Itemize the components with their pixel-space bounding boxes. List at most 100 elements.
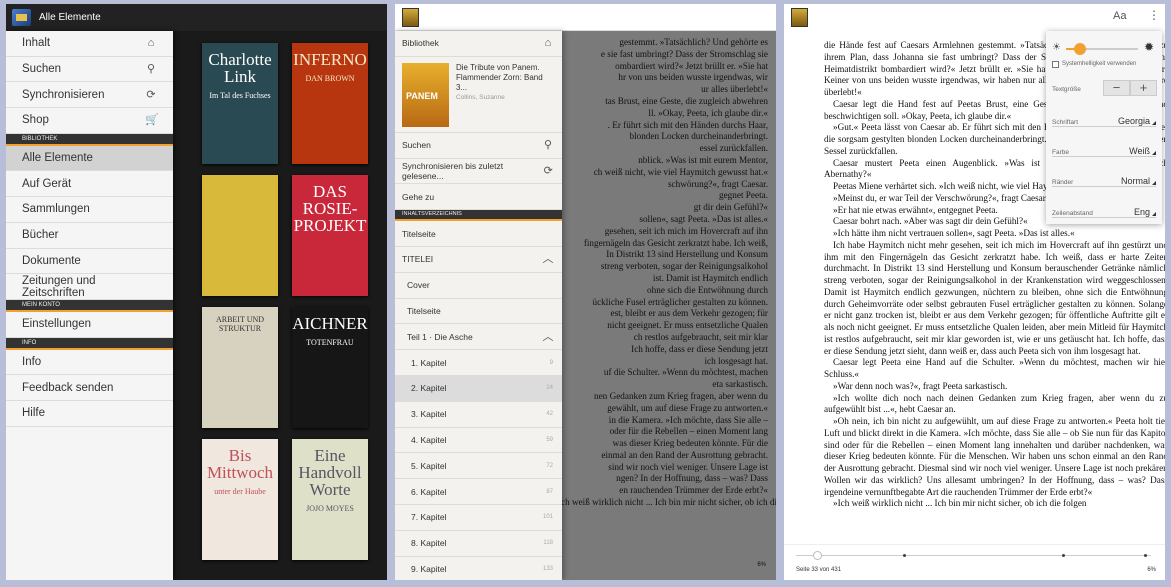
chevron-up-icon: ︿	[542, 253, 554, 266]
drawer-item[interactable]: Info	[6, 350, 173, 376]
toc-chapter[interactable]: 3. Kapitel 42	[395, 402, 562, 428]
brightness-knob[interactable]	[1074, 43, 1087, 55]
drawer-item-synchronisieren[interactable]: Synchronisieren ⟳	[6, 82, 173, 109]
margin-row[interactable]: Ränder Normal	[1052, 171, 1157, 187]
background-text-line: ohne sich die Entwöhnung durch	[647, 284, 768, 295]
background-text-line: ngen? In der Hoffnung, dass – was? Dass	[616, 473, 768, 484]
drawer-item-label: Info	[22, 355, 42, 368]
overflow-menu-icon[interactable]: ⋮	[1148, 9, 1160, 21]
progress-knob[interactable]	[813, 551, 823, 560]
toc-chapter[interactable]: 4. Kapitel 59	[395, 428, 562, 454]
color-row[interactable]: Farbe Weiß	[1052, 141, 1156, 157]
toc-drawer: Bibliothek ⌂ PANEM Die Tribute von Panem…	[395, 31, 562, 580]
book-cover[interactable]	[202, 175, 278, 296]
toc-cover[interactable]: Cover	[395, 273, 562, 299]
book-cover-title: AICHNER	[292, 314, 368, 333]
book-cover-thumbnail-icon[interactable]	[402, 7, 419, 27]
drawer-item-suchen[interactable]: Suchen ⚲	[6, 57, 173, 83]
toc-chapter[interactable]: 8. Kapitel 118	[395, 531, 562, 557]
toc-chapter[interactable]: 5. Kapitel 72	[395, 453, 562, 480]
brightness-high-icon: ✹	[1144, 40, 1155, 54]
drawer-item-shop[interactable]: Shop 🛒	[6, 108, 173, 134]
book-cover[interactable]: Charlotte Link Im Tal des Fuchses	[202, 43, 278, 164]
toc-goto[interactable]: Gehe zu	[395, 184, 562, 211]
drawer-item[interactable]: Einstellungen	[6, 312, 173, 338]
toc-cover-label: Cover	[407, 280, 430, 291]
background-text-line: tas Brust, eine Geste, die zugleich abwe…	[605, 95, 768, 106]
library-topbar: Alle Elemente	[6, 4, 387, 31]
drawer-item[interactable]: Sammlungen	[6, 197, 173, 223]
background-text-line: fingernägeln das Gesicht zerkratzt habe.…	[583, 237, 768, 248]
toc-chapter[interactable]: 1. Kapitel 9	[395, 350, 562, 376]
toc-chapter[interactable]: 7. Kapitel 101	[395, 505, 562, 531]
navigation-drawer: Inhalt ⌂ Suchen ⚲ Synchronisieren ⟳ Shop 🛒 BIBL…	[6, 31, 173, 580]
background-text-line: gesehen, seit ich mich im Hovercraft auf…	[604, 225, 768, 236]
margin-label: Ränder	[1052, 179, 1074, 186]
drawer-item[interactable]: Zeitungen und Zeitschriften	[6, 274, 173, 300]
book-cover[interactable]: INFERNO DAN BROWN	[292, 43, 368, 164]
display-settings-panel: ☀ ✹ Systemhelligkeit verwenden Textgröße…	[1046, 31, 1162, 224]
toc-search[interactable]: Suchen ⚲	[395, 133, 562, 159]
dimmed-page-text: gestemmt. »Tatsächlich? Und gehörte es e …	[561, 31, 776, 580]
textsize-decrease-button[interactable]: −	[1103, 80, 1130, 96]
book-cover[interactable]: Eine Handvoll Worte JOJO MOYES	[292, 439, 368, 560]
library-title: Alle Elemente	[39, 12, 101, 23]
book-cover[interactable]: ARBEIT UND STRUKTUR	[202, 307, 278, 428]
drawer-item[interactable]: Auf Gerät	[6, 171, 173, 198]
background-text-line: ückliche Fusel erträglicher gestalten zu…	[592, 296, 768, 307]
section-header-library: BIBLIOTHEK	[6, 133, 173, 146]
background-text-line: hr von uns beiden wusste irgendwas, wir	[618, 72, 768, 83]
toc-library-link[interactable]: Bibliothek ⌂	[395, 31, 562, 57]
background-text-line: sind wir noch viel weniger. Unsere Lage …	[608, 461, 768, 472]
book-cover-subtitle: Im Tal des Fuchses	[209, 91, 271, 100]
toc-titelei[interactable]: TITELEI ︿	[395, 247, 562, 273]
book-cover[interactable]: AICHNER TOTENFRAU	[292, 307, 368, 428]
toc-chapter-page: 9	[549, 359, 553, 366]
drawer-item-label: Inhalt	[22, 37, 51, 50]
font-settings-button[interactable]: Aa	[1113, 10, 1126, 22]
toc-titlepage[interactable]: Titelseite	[395, 221, 562, 247]
paragraph: »Oh nein, ich bin nicht zu aufgewühlt, u…	[824, 416, 1165, 497]
home-icon: ⌂	[147, 37, 155, 50]
toc-chapter[interactable]: 9. Kapitel 133	[395, 557, 562, 580]
brightness-slider[interactable]	[1066, 43, 1138, 55]
drawer-item-inhalt[interactable]: Inhalt ⌂	[6, 31, 173, 57]
background-text-line: nblick. »Was ist mit eurem Mentor,	[638, 154, 768, 165]
book-cover[interactable]: Bis Mittwoch unter der Haube	[202, 439, 278, 560]
drawer-item[interactable]: Bücher	[6, 223, 173, 249]
kindle-app-icon[interactable]	[12, 9, 31, 26]
textsize-label: Textgröße	[1052, 86, 1081, 93]
font-row[interactable]: Schriftart Georgia	[1052, 111, 1157, 127]
background-text-line: eta sarkastisch.	[712, 379, 768, 390]
progress-track[interactable]	[796, 551, 1151, 560]
font-label: Schriftart	[1052, 119, 1079, 126]
drawer-item-label: Shop	[22, 114, 49, 127]
toc-chapter[interactable]: 2. Kapitel 24	[395, 375, 562, 402]
book-cover-title: Eine Handvoll Worte	[298, 446, 362, 499]
drawer-item[interactable]: Alle Elemente	[6, 145, 173, 172]
system-brightness-checkbox[interactable]	[1052, 61, 1059, 68]
spacing-row[interactable]: Zeilenabstand Eng	[1052, 202, 1157, 218]
toc-sync[interactable]: Synchronisieren bis zuletzt gelesene... …	[395, 159, 562, 185]
toc-chapter-label: 1. Kapitel	[411, 357, 447, 368]
textsize-increase-button[interactable]: +	[1130, 80, 1157, 96]
font-value: Georgia	[1118, 116, 1157, 126]
sync-icon: ⟳	[146, 88, 156, 101]
toc-chapter-page: 59	[546, 436, 553, 443]
book-cover[interactable]: DAS ROSIE-PROJEKT	[292, 175, 368, 296]
search-icon: ⚲	[543, 139, 553, 152]
toc-chapter-page: 87	[546, 488, 553, 495]
toc-titelseite[interactable]: Titelseite	[395, 299, 562, 325]
book-shelf: Charlotte Link Im Tal des Fuchses INFERNO D…	[172, 31, 387, 580]
drawer-item[interactable]: Dokumente	[6, 249, 173, 275]
drawer-item[interactable]: Feedback senden	[6, 375, 173, 401]
toc-chapter[interactable]: 6. Kapitel 87	[395, 479, 562, 505]
book-cover-title: INFERNO	[293, 50, 367, 69]
toc-chapter-label: 8. Kapitel	[411, 538, 447, 549]
book-cover-thumbnail-icon[interactable]	[791, 8, 808, 27]
toc-part[interactable]: Teil 1 · Die Asche ︿	[395, 324, 562, 351]
drawer-item-label: Dokumente	[22, 254, 81, 267]
background-text-line: ombardiert wird?« Jetzt brüllt er. »Sie …	[615, 60, 768, 71]
drawer-item[interactable]: Hilfe	[6, 401, 173, 427]
reader-screen: Aa ⋮ die Hände fest auf Caesars Armlehne…	[784, 4, 1165, 580]
